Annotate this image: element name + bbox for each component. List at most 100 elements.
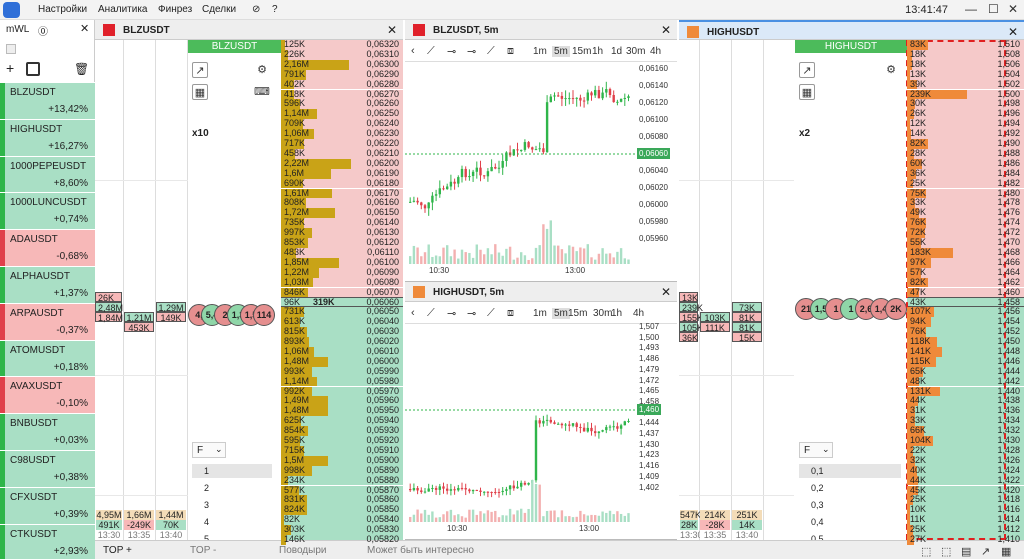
- list-icon[interactable]: ▤: [961, 545, 971, 558]
- scroll-left-icon[interactable]: ‹: [411, 45, 415, 57]
- level-option[interactable]: 1: [192, 464, 272, 478]
- ask-row[interactable]: 690K 0,06180: [281, 178, 403, 189]
- hline-icon[interactable]: ⊸: [447, 45, 456, 58]
- trash-icon[interactable]: 🗑: [74, 62, 89, 76]
- mute-icon[interactable]: ⊘: [252, 4, 260, 15]
- timeframe-15m[interactable]: 15m: [568, 308, 587, 319]
- level-option[interactable]: 2: [192, 481, 272, 495]
- level-option[interactable]: 4: [192, 515, 272, 529]
- close-icon[interactable]: ✕: [1008, 25, 1018, 39]
- minimize-icon[interactable]: —: [965, 2, 977, 16]
- bottom-tab-3[interactable]: Может быть интересно: [367, 545, 474, 556]
- watchlist-item[interactable]: ALPHAUSDT +1,37%: [0, 266, 95, 304]
- trendline-icon[interactable]: ⟋: [427, 307, 435, 320]
- settings-icon[interactable]: ⚙: [254, 62, 270, 78]
- ask-row[interactable]: 1,03M 0,06080: [281, 277, 403, 288]
- level-option[interactable]: 0,2: [799, 481, 901, 495]
- hline-icon[interactable]: ⊸: [447, 307, 456, 320]
- volume-bar: [597, 515, 601, 522]
- watchlist-item[interactable]: C98USDT +0,38%: [0, 450, 95, 488]
- timeframe-30m[interactable]: 30m: [593, 308, 612, 319]
- watchlist-item[interactable]: 1000PEPEUSDT +8,60%: [0, 155, 95, 194]
- level-option[interactable]: 0,4: [799, 515, 901, 529]
- menu-item-2[interactable]: Финрез: [158, 4, 192, 15]
- candle-body: [590, 92, 593, 96]
- bottom-tab-0[interactable]: TOP +: [103, 545, 132, 556]
- level-select[interactable]: F ⌄: [799, 442, 833, 458]
- watchlist-item[interactable]: AVAXUSDT -0,10%: [0, 376, 95, 415]
- candle-chart[interactable]: [405, 324, 635, 522]
- ray-icon[interactable]: ⟋: [487, 45, 495, 58]
- menu-item-1[interactable]: Аналитика: [98, 4, 148, 15]
- checkbox[interactable]: [6, 44, 16, 54]
- app-logo[interactable]: [3, 2, 20, 18]
- bid-row[interactable]: 234K 0,05880: [281, 475, 403, 486]
- chart-tab[interactable]: HIGHUSDT, 5m ✕: [405, 282, 677, 302]
- ray-icon[interactable]: ⟋: [487, 307, 495, 320]
- timeframe-1h[interactable]: 1h: [611, 308, 622, 319]
- scroll-left-icon[interactable]: ‹: [411, 307, 415, 319]
- level-option[interactable]: 0,3: [799, 498, 901, 512]
- change-indicator: [0, 83, 5, 120]
- panel-tab[interactable]: BLZUSDT ✕: [95, 20, 403, 40]
- close-icon[interactable]: ✕: [387, 23, 397, 37]
- rect-icon[interactable]: ⧈: [507, 307, 514, 320]
- close-icon[interactable]: ✕: [661, 285, 671, 299]
- chart-tab[interactable]: BLZUSDT, 5m ✕: [405, 20, 677, 40]
- add-icon[interactable]: +: [6, 60, 14, 76]
- chart-link-icon[interactable]: ↗: [981, 545, 990, 558]
- menu-item-3[interactable]: Сделки: [202, 4, 236, 15]
- timeframe-4h[interactable]: 4h: [650, 46, 661, 57]
- timeframe-30m[interactable]: 30m: [626, 46, 645, 57]
- watchlist-item[interactable]: CTKUSDT +2,93%: [0, 523, 95, 559]
- close-icon[interactable]: ✕: [1008, 2, 1018, 16]
- watchlist-item[interactable]: ATOMUSDT +0,18%: [0, 339, 95, 378]
- timeframe-1m[interactable]: 1m: [533, 46, 547, 57]
- bottom-tab-1[interactable]: TOP -: [190, 545, 216, 556]
- help-icon[interactable]: ?: [272, 4, 278, 15]
- watchlist-item[interactable]: CFXUSDT +0,39%: [0, 486, 95, 525]
- keyboard-icon[interactable]: ⌨: [254, 84, 270, 100]
- level-option[interactable]: 3: [192, 498, 272, 512]
- watchlist-item[interactable]: ARPAUSDT -0,37%: [0, 302, 95, 341]
- timeframe-1d[interactable]: 1d: [611, 46, 622, 57]
- table-icon[interactable]: ▦: [799, 84, 815, 100]
- layout-icon[interactable]: ⬚: [941, 545, 951, 558]
- watchlist-item[interactable]: 1000LUNCUSDT +0,74%: [0, 192, 95, 231]
- watchlist-item[interactable]: ADAUSDT -0,68%: [0, 229, 95, 268]
- channel-icon[interactable]: ⊸: [467, 307, 476, 320]
- rect-icon[interactable]: ⧈: [507, 45, 514, 58]
- screenshot-icon[interactable]: ⬚: [921, 545, 931, 558]
- change-indicator: [0, 487, 5, 525]
- timeframe-1h[interactable]: 1h: [592, 46, 603, 57]
- maximize-icon[interactable]: ☐: [988, 2, 999, 16]
- timeframe-1m[interactable]: 1m: [533, 308, 547, 319]
- volume-bar: [420, 256, 423, 264]
- chart-link-icon[interactable]: ↗: [799, 62, 815, 78]
- settings-icon[interactable]: ⚙: [883, 62, 899, 78]
- close-icon[interactable]: ✕: [80, 22, 89, 35]
- close-icon[interactable]: ✕: [661, 23, 671, 37]
- candle-chart[interactable]: [405, 62, 635, 264]
- channel-icon[interactable]: ⊸: [467, 45, 476, 58]
- watchlist-item[interactable]: BLZUSDT +13,42%: [0, 82, 95, 120]
- watchlist-item[interactable]: HIGHUSDT +16,27%: [0, 118, 95, 157]
- ask-row[interactable]: 402K 0,06280: [281, 79, 403, 90]
- timeframe-5m[interactable]: 5m: [552, 46, 570, 57]
- trendline-icon[interactable]: ⟋: [427, 45, 435, 58]
- table-icon[interactable]: ▦: [192, 84, 208, 100]
- level-select[interactable]: F ⌄: [192, 442, 226, 458]
- help-icon[interactable]: ⓪: [38, 23, 48, 38]
- watchlist-item[interactable]: BNBUSDT +0,03%: [0, 413, 95, 452]
- bottom-tab-2[interactable]: Поводыри: [279, 545, 326, 556]
- bid-row[interactable]: 1,14M 0,05980: [281, 376, 403, 387]
- menu-item-0[interactable]: Настройки: [38, 4, 87, 15]
- filter-icon[interactable]: [26, 62, 40, 76]
- level-option[interactable]: 0,1: [799, 464, 901, 478]
- timeframe-15m[interactable]: 15m: [572, 46, 591, 57]
- panel-tab[interactable]: HIGHUSDT ✕: [679, 20, 1024, 40]
- table-icon[interactable]: ▦: [1001, 545, 1011, 558]
- ask-row[interactable]: 846K 0,06070: [281, 287, 403, 298]
- chart-link-icon[interactable]: ↗: [192, 62, 208, 78]
- timeframe-4h[interactable]: 4h: [633, 308, 644, 319]
